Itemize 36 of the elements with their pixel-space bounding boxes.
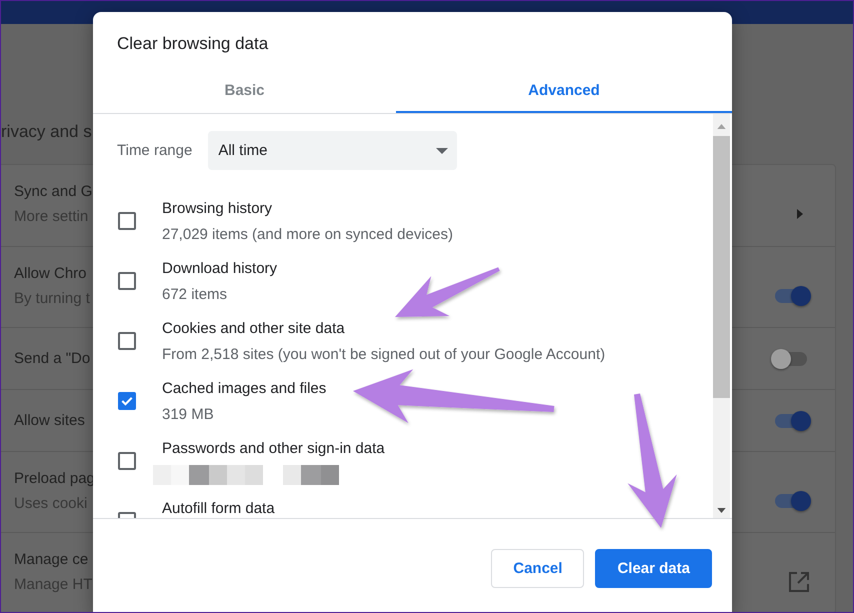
tab[interactable]: Advanced [396, 69, 732, 113]
option-label: Browsing history [162, 200, 274, 218]
option-detail: From 2,518 sites (you won't be signed out of your Google Account) [162, 345, 606, 365]
checkbox[interactable] [118, 392, 136, 410]
setting-title: Allow Chro [14, 264, 88, 284]
setting-title: Send a "Do [14, 348, 90, 368]
option-label: Passwords and other sign-in data [162, 440, 385, 458]
scrollbar-track[interactable] [713, 114, 730, 518]
time-range-dropdown[interactable]: All time [208, 131, 458, 170]
scroll-down-icon[interactable] [717, 508, 726, 513]
dialog-title: Clear browsing data [116, 33, 270, 55]
scrollbar-thumb[interactable] [713, 136, 730, 398]
field-label: Time range [117, 142, 192, 159]
cancel-button[interactable]: Cancel [491, 549, 584, 588]
option-label: Cookies and other site data [162, 320, 346, 338]
checkmark-icon [121, 396, 133, 406]
option-label: Cached images and files [162, 380, 326, 398]
caret-right-icon[interactable] [797, 209, 803, 219]
caret-down-icon [436, 148, 448, 154]
checkbox[interactable] [118, 332, 136, 350]
checkbox[interactable] [118, 212, 136, 230]
checkbox[interactable] [118, 452, 136, 470]
option-detail: 672 items [162, 285, 228, 305]
setting-title: Allow sites [14, 410, 85, 430]
clear-data-button[interactable]: Clear data [595, 549, 712, 588]
scroll-up-icon[interactable] [717, 124, 726, 129]
option-detail: 319 MB [162, 405, 215, 425]
option-label: Autofill form data [162, 500, 275, 518]
setting-title: Manage ce [14, 550, 90, 570]
option-detail: 27,029 items (and more on synced devices) [162, 225, 453, 245]
external-link-icon[interactable] [789, 572, 809, 592]
setting-title: Sync and G [14, 182, 92, 202]
tab[interactable]: Basic [93, 69, 396, 113]
section-heading: rivacy and s [1, 122, 92, 142]
checkbox[interactable] [118, 272, 136, 290]
option-label: Download history [162, 260, 278, 278]
